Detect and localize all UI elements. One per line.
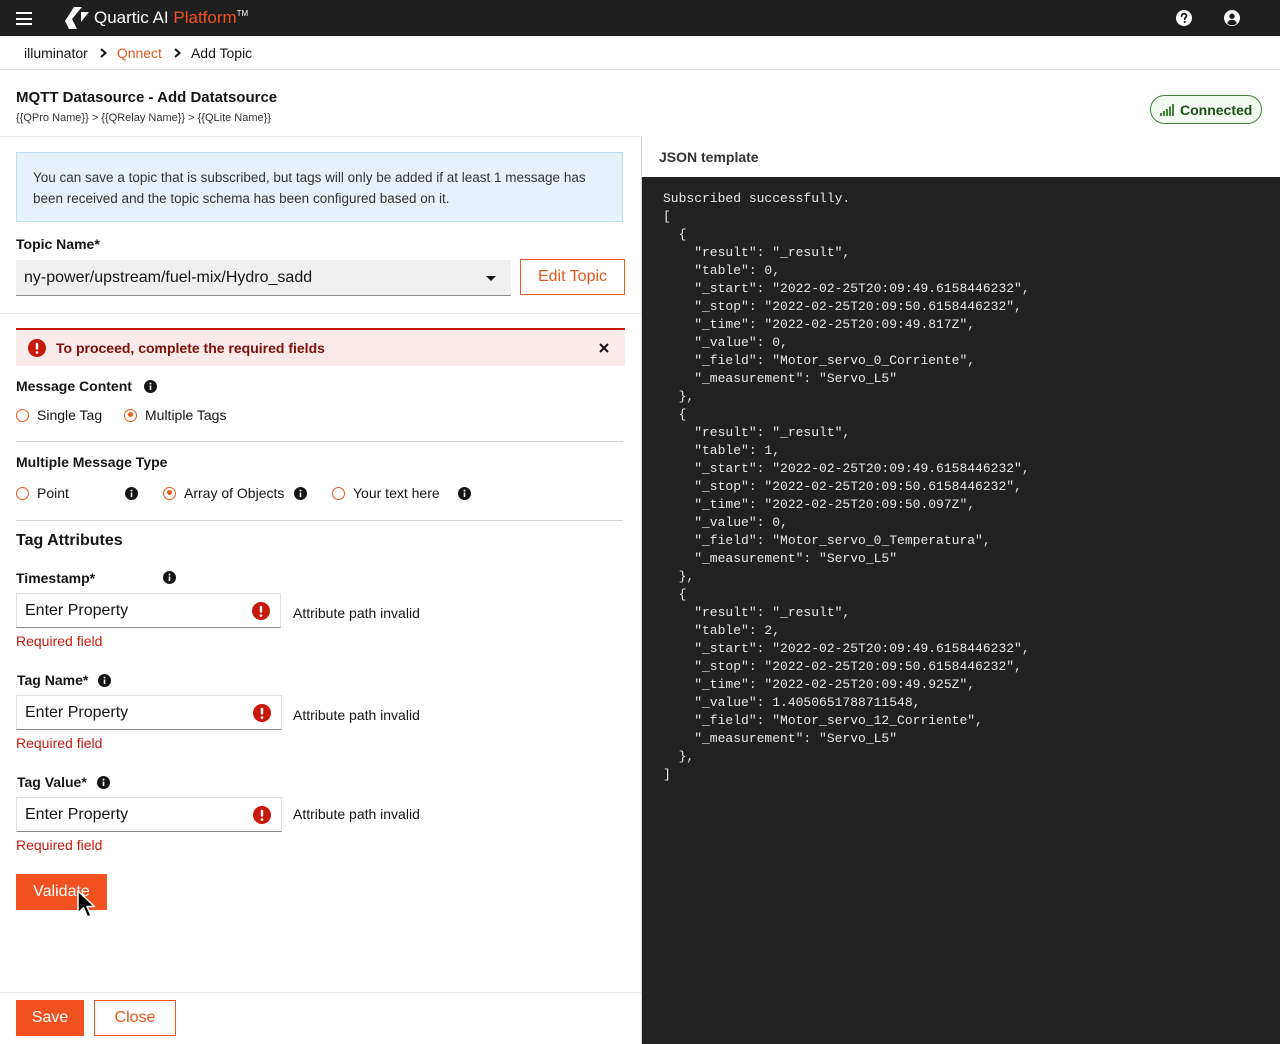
json-template-panel[interactable]: Subscribed successfully. [ { "result": "…: [642, 177, 1280, 1044]
error-circle-icon: [253, 704, 271, 722]
timestamp-error: Required field: [16, 633, 103, 649]
datasource-path: {{QPro Name}} > {{QRelay Name}} > {{QLit…: [16, 112, 271, 124]
topic-name-value: ny-power/upstream/fuel-mix/Hydro_sadd: [24, 269, 313, 286]
radio-button[interactable]: [332, 486, 345, 500]
radio-button-checked[interactable]: [124, 408, 137, 422]
timestamp-placeholder: Enter Property: [25, 602, 129, 619]
header-divider: [0, 136, 642, 137]
radio-array-of-objects[interactable]: Array of Objects: [163, 485, 284, 501]
radio-single-tag[interactable]: Single Tag: [16, 407, 102, 423]
info-icon[interactable]: [458, 487, 471, 500]
info-icon[interactable]: [163, 571, 176, 584]
tag-name-label: Tag Name*: [17, 672, 112, 688]
tag-name-input[interactable]: Enter Property: [16, 695, 282, 730]
page-title: MQTT Datasource - Add Datatsource: [16, 89, 278, 106]
radio-point[interactable]: Point: [16, 485, 69, 501]
chevron-right-icon: [100, 48, 107, 58]
info-alert: You can save a topic that is subscribed,…: [16, 152, 623, 222]
tag-name-error: Required field: [16, 735, 103, 751]
topic-name-select[interactable]: ny-power/upstream/fuel-mix/Hydro_sadd: [16, 260, 511, 296]
tag-name-label-text: Tag Name*: [17, 672, 89, 688]
save-button[interactable]: Save: [16, 1000, 84, 1036]
footer-divider: [0, 992, 642, 993]
error-alert-text: To proceed, complete the required fields: [56, 340, 325, 356]
info-icon[interactable]: [125, 487, 138, 500]
breadcrumb-divider: [0, 69, 1280, 70]
message-content-label: Message Content: [16, 378, 157, 394]
chevron-right-icon: [174, 48, 181, 58]
breadcrumb-item-add-topic: Add Topic: [190, 45, 253, 61]
breadcrumb-item-illuminator[interactable]: illuminator: [24, 45, 88, 61]
brand-name[interactable]: Quartic AI PlatformTM: [94, 8, 248, 28]
radio-multiple-tags[interactable]: Multiple Tags: [124, 407, 226, 423]
info-icon[interactable]: [98, 674, 112, 687]
tag-name-placeholder: Enter Property: [25, 704, 129, 721]
tag-value-input[interactable]: Enter Property: [16, 797, 282, 832]
signal-icon: [1160, 103, 1174, 116]
radio-label: Point: [37, 485, 69, 501]
tag-name-hint: Attribute path invalid: [293, 707, 420, 723]
timestamp-input[interactable]: Enter Property: [16, 593, 281, 628]
section-divider: [0, 313, 642, 314]
error-alert: To proceed, complete the required fields: [16, 328, 625, 366]
close-button[interactable]: Close: [94, 1000, 176, 1036]
divider: [16, 520, 623, 521]
json-template-content: Subscribed successfully. [ { "result": "…: [663, 191, 1030, 782]
hamburger-icon[interactable]: [16, 12, 32, 25]
radio-label: Your text here: [353, 485, 440, 501]
status-badge: Connected: [1150, 95, 1262, 124]
info-icon[interactable]: [294, 487, 307, 500]
timestamp-hint: Attribute path invalid: [293, 605, 420, 621]
tag-value-label: Tag Value*: [17, 774, 110, 790]
info-icon[interactable]: [96, 776, 110, 789]
radio-button-checked[interactable]: [163, 486, 176, 500]
tag-attributes-title: Tag Attributes: [16, 532, 123, 549]
breadcrumb-item-qnnect[interactable]: Qnnect: [117, 45, 162, 61]
json-template-title: JSON template: [659, 149, 759, 165]
timestamp-label: Timestamp*: [16, 570, 96, 586]
tag-value-placeholder: Enter Property: [25, 806, 129, 823]
tag-value-label-text: Tag Value*: [17, 774, 87, 790]
radio-label: Array of Objects: [184, 485, 285, 501]
error-circle-icon: [28, 339, 46, 357]
error-circle-icon: [252, 602, 270, 620]
tag-value-error: Required field: [16, 837, 103, 853]
status-text: Connected: [1180, 101, 1253, 118]
radio-label: Multiple Tags: [145, 407, 227, 423]
breadcrumb: illuminator Qnnect Add Topic: [24, 44, 252, 62]
radio-label: Single Tag: [37, 407, 103, 423]
validate-button[interactable]: Validate: [16, 874, 107, 910]
close-icon[interactable]: [599, 343, 609, 353]
radio-button[interactable]: [16, 408, 29, 422]
help-icon[interactable]: [1176, 10, 1192, 26]
edit-topic-button[interactable]: Edit Topic: [520, 259, 625, 295]
radio-button[interactable]: [16, 486, 29, 500]
divider: [16, 441, 623, 442]
quartic-logo-icon: [65, 7, 89, 29]
message-type-label: Multiple Message Type: [16, 454, 168, 470]
radio-your-text-here[interactable]: Your text here: [332, 485, 440, 501]
user-icon[interactable]: [1224, 10, 1240, 26]
info-icon[interactable]: [143, 380, 157, 393]
error-circle-icon: [253, 806, 271, 824]
topic-name-label: Topic Name*: [16, 236, 100, 252]
message-content-label-text: Message Content: [16, 378, 132, 394]
top-navigation-bar: Quartic AI PlatformTM: [0, 0, 1280, 36]
tag-value-hint: Attribute path invalid: [293, 806, 420, 822]
caret-down-icon: [486, 276, 496, 281]
